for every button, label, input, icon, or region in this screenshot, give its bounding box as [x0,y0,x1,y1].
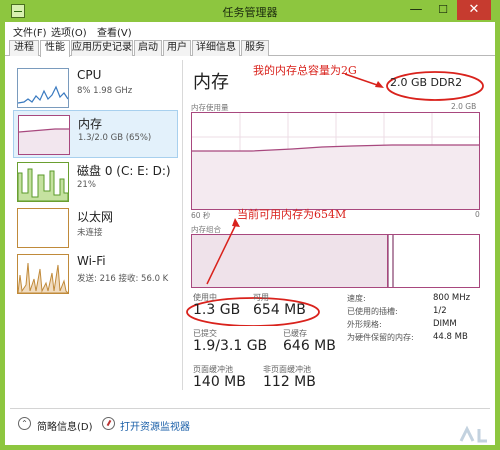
menu-view[interactable]: 查看(V) [97,24,132,39]
tab-performance[interactable]: 性能 [40,40,70,57]
minimize-button[interactable]: — [403,0,429,20]
slots-value: 1/2 [433,306,447,316]
memory-capacity: 2.0 GB DDR2 [390,76,463,89]
sidebar-item-disk[interactable]: 磁盘 0 (C: E: D:) 21% [13,158,178,206]
paged-pool-value: 140 MB [193,374,246,390]
slots-label: 已使用的插槽: [347,307,398,316]
hardware-reserved-label: 为硬件保留的内存: [347,333,414,342]
memory-usage-graph [191,112,480,210]
chevron-up-icon[interactable]: ⌃ [18,417,31,430]
tab-bar: 进程 性能 应用历史记录 启动 用户 详细信息 服务 [5,38,495,57]
speed-label: 速度: [347,294,366,303]
watermark-logo [455,425,495,445]
fewer-details-button[interactable]: 简略信息(D) [37,418,93,433]
usage-graph-max: 2.0 GB [451,102,477,111]
sidebar-ethernet-title: 以太网 [77,210,114,224]
open-resource-monitor-link[interactable]: 打开资源监视器 [120,418,190,433]
sidebar-memory-title: 内存 [78,117,103,131]
form-factor-label: 外形规格: [347,320,382,329]
menu-file[interactable]: 文件(F) [13,24,47,39]
form-factor-value: DIMM [433,319,457,329]
tab-services[interactable]: 服务 [241,40,269,56]
sidebar-ethernet-sub: 未连接 [77,228,103,238]
tab-processes[interactable]: 进程 [9,40,39,56]
cpu-graph-icon [17,68,69,108]
maximize-button[interactable]: ☐ [430,0,456,20]
sidebar-item-memory[interactable]: 内存 1.3/2.0 GB (65%) [13,110,178,158]
memory-graph-icon [18,115,70,155]
tab-details[interactable]: 详细信息 [192,40,240,56]
performance-sidebar: CPU 8% 1.98 GHz 内存 1.3/2.0 GB (65%) 磁盘 0… [13,60,183,390]
sidebar-wifi-title: Wi-Fi [77,254,106,268]
sidebar-disk-title: 磁盘 0 (C: E: D:) [77,164,171,178]
memory-panel: 内存 我的内存总容量为2G 2.0 GB DDR2 内存使用量 2.0 GB 6… [185,60,490,400]
available-value: 654 MB [253,302,306,318]
tab-users[interactable]: 用户 [163,40,191,56]
tab-app-history[interactable]: 应用历史记录 [71,40,133,56]
page-title: 内存 [193,72,229,93]
tab-startup[interactable]: 启动 [134,40,162,56]
sidebar-cpu-title: CPU [77,68,102,82]
title-bar: 任务管理器 — ☐ ✕ [5,0,495,22]
cached-value: 646 MB [283,338,336,354]
sidebar-item-wifi[interactable]: Wi-Fi 发送: 216 接收: 56.0 K [13,250,178,298]
sidebar-wifi-sub: 发送: 216 接收: 56.0 K [77,274,169,284]
ethernet-graph-icon [17,208,69,248]
task-manager-window: 任务管理器 — ☐ ✕ 文件(F) 选项(O) 查看(V) 进程 性能 应用历史… [0,0,500,450]
wifi-graph-icon [17,254,70,294]
sidebar-item-cpu[interactable]: CPU 8% 1.98 GHz [13,64,178,112]
in-use-value: 1.3 GB [193,302,241,318]
disk-graph-icon [17,162,69,202]
footer-bar: ⌃ 简略信息(D) 打开资源监视器 [10,408,490,438]
sidebar-disk-sub: 21% [77,180,96,190]
resource-monitor-icon [102,417,115,430]
hardware-reserved-value: 44.8 MB [433,332,468,342]
menu-options[interactable]: 选项(O) [51,24,87,39]
close-button[interactable]: ✕ [457,0,491,20]
sidebar-item-ethernet[interactable]: 以太网 未连接 [13,204,178,252]
sidebar-memory-sub: 1.3/2.0 GB (65%) [78,133,152,143]
committed-value: 1.9/3.1 GB [193,338,268,354]
menu-bar: 文件(F) 选项(O) 查看(V) [5,22,495,39]
sidebar-cpu-sub: 8% 1.98 GHz [77,86,133,96]
nonpaged-pool-value: 112 MB [263,374,316,390]
speed-value: 800 MHz [433,293,471,303]
